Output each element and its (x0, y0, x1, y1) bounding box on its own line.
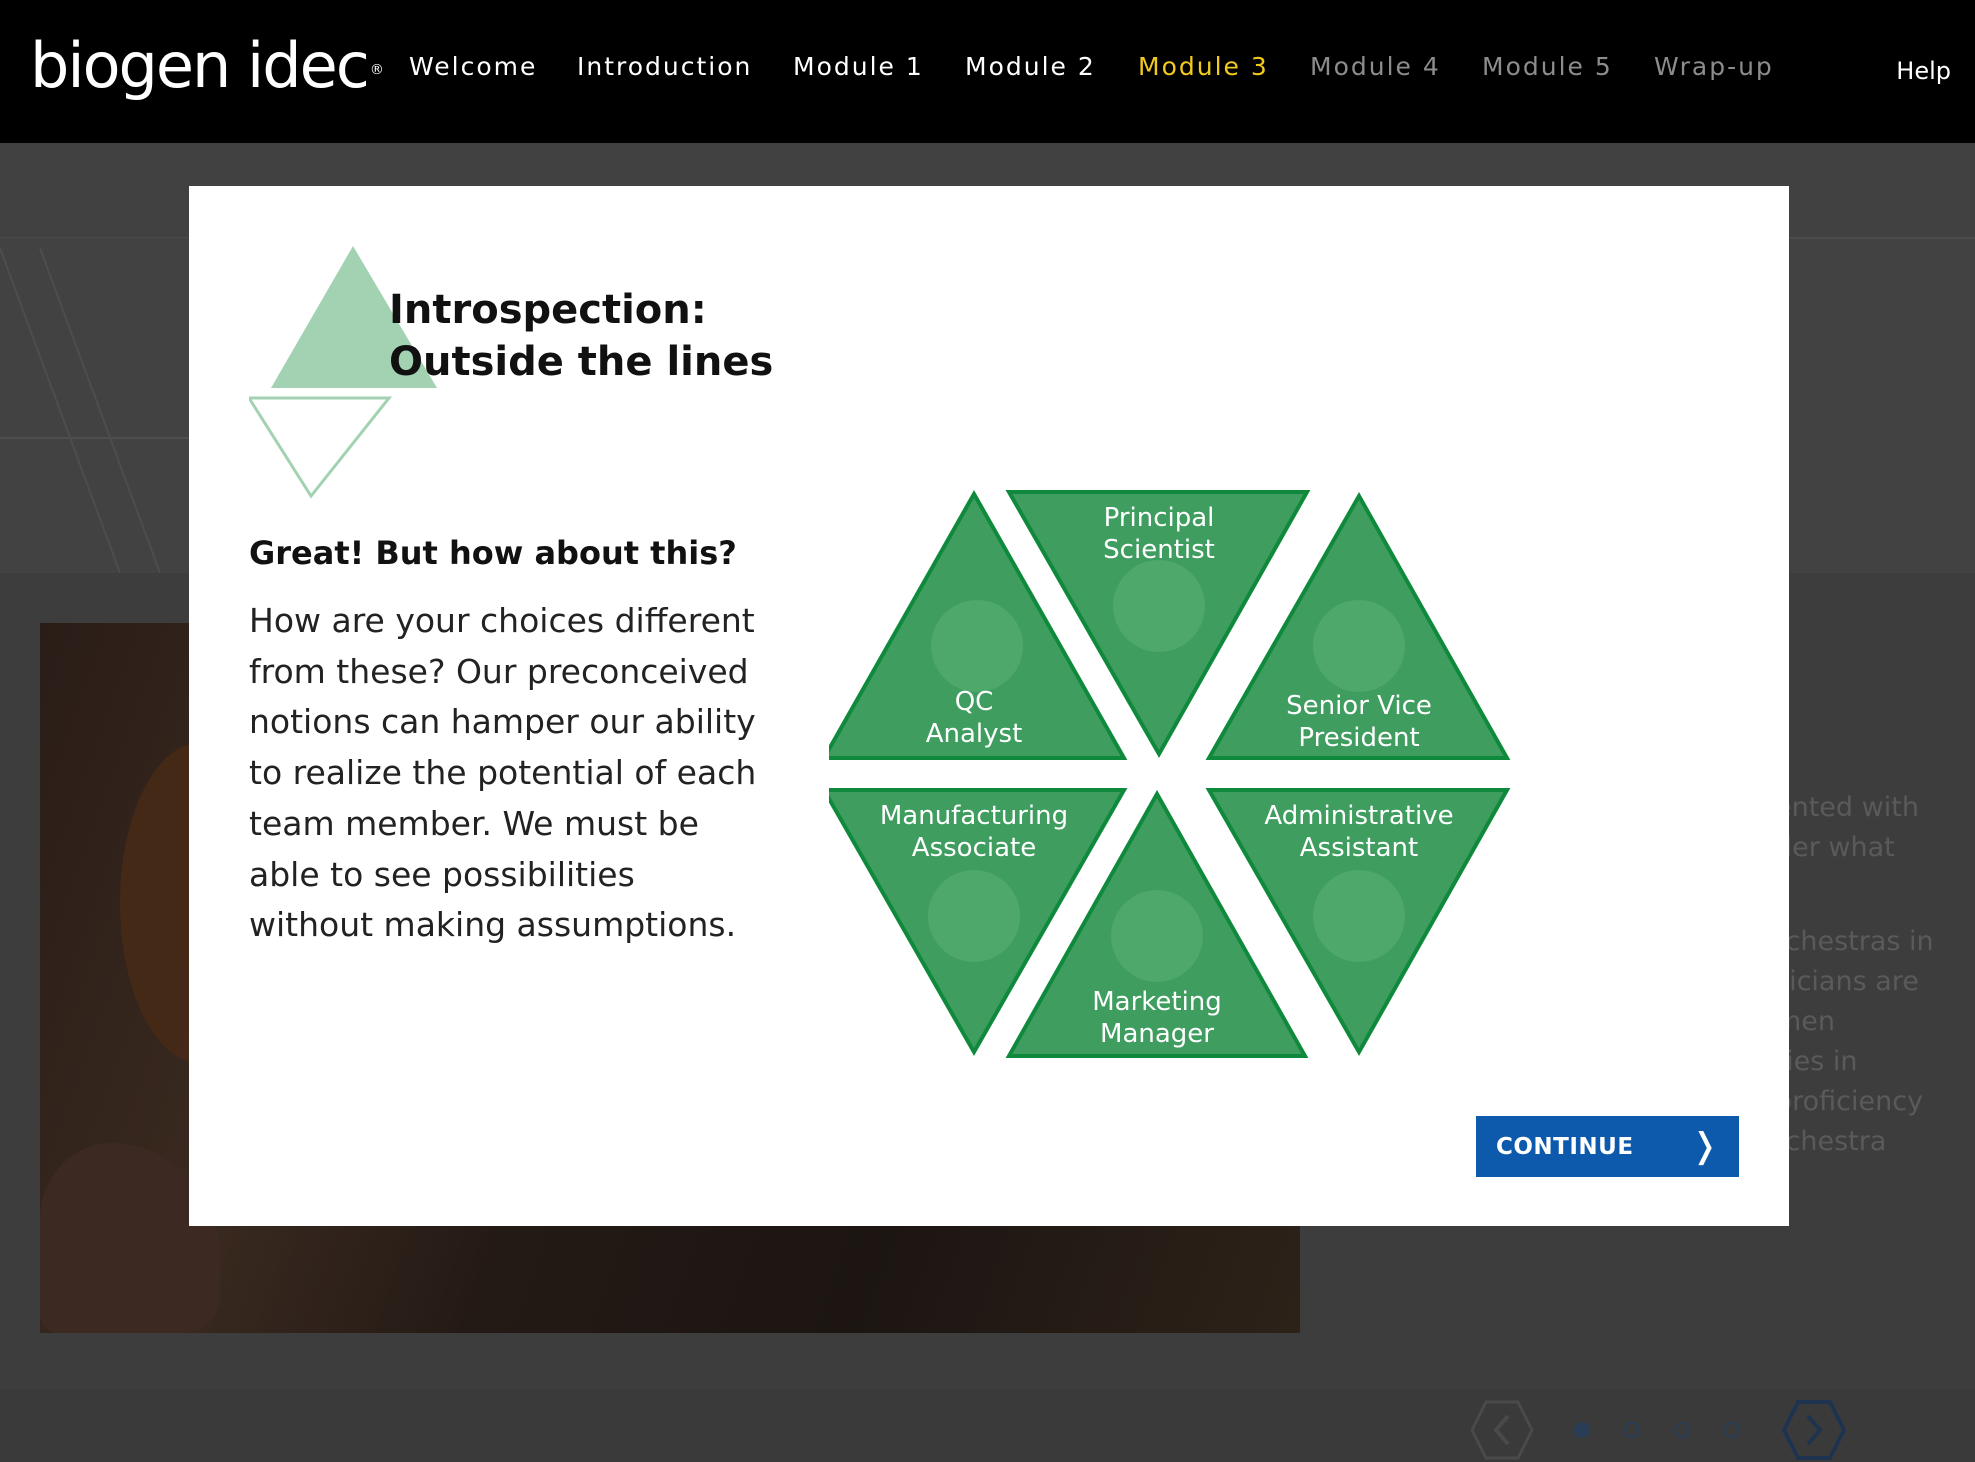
continue-button[interactable]: CONTINUE ❭ (1476, 1116, 1739, 1177)
nav-welcome[interactable]: Welcome (409, 52, 537, 81)
continue-label: CONTINUE (1496, 1134, 1634, 1160)
role-label: Analyst (926, 719, 1023, 749)
role-label: Marketing (1092, 987, 1222, 1017)
nav-wrap-up[interactable]: Wrap-up (1654, 52, 1774, 81)
role-label: QC (955, 687, 994, 717)
role-label: Manager (1100, 1019, 1214, 1049)
chevron-right-icon[interactable] (1782, 1398, 1846, 1462)
person-photo-icon (1111, 890, 1203, 982)
role-label: Administrative (1264, 801, 1453, 831)
modal-title-line: Outside the lines (389, 339, 774, 385)
pager-dot[interactable] (1724, 1422, 1740, 1438)
nav-module-5[interactable]: Module 5 (1482, 52, 1613, 81)
course-module-nav: Welcome Introduction Module 1 Module 2 M… (0, 0, 1975, 143)
pager-dot-active[interactable] (1574, 1422, 1590, 1438)
role-label: Scientist (1103, 535, 1215, 565)
nav-module-4[interactable]: Module 4 (1310, 52, 1441, 81)
modal-title: Introspection: Outside the lines (389, 284, 773, 388)
nav-module-1[interactable]: Module 1 (793, 52, 924, 81)
nav-module-3[interactable]: Module 3 (1138, 52, 1269, 81)
chevron-left-icon[interactable] (1470, 1398, 1534, 1462)
modal-body-text: How are your choices different from thes… (249, 601, 757, 945)
person-photo-icon (1113, 560, 1205, 652)
role-label: Principal (1104, 503, 1215, 533)
person-photo-icon (928, 870, 1020, 962)
modal-subheading: Great! But how about this? (249, 534, 737, 572)
role-label: Associate (912, 833, 1036, 863)
role-label: Assistant (1300, 833, 1418, 863)
nav-introduction[interactable]: Introduction (577, 52, 752, 81)
pager-dot[interactable] (1674, 1422, 1690, 1438)
top-navigation-bar: biogen idec ® Welcome Introduction Module… (0, 0, 1975, 143)
modal-title-line: Introspection: (389, 287, 707, 333)
role-label: Manufacturing (880, 801, 1068, 831)
chevron-right-icon: ❭ (1690, 1126, 1720, 1166)
role-triangles-hexagon: QC Analyst Principal Scientist Senior Vi… (829, 489, 1511, 1058)
person-photo-icon (931, 600, 1023, 692)
nav-module-2[interactable]: Module 2 (965, 52, 1096, 81)
role-label: President (1298, 723, 1419, 753)
introspection-modal: Introspection: Outside the lines Great! … (189, 186, 1789, 1226)
pager-dot[interactable] (1624, 1422, 1640, 1438)
role-label: Senior Vice (1286, 691, 1432, 721)
person-photo-icon (1313, 600, 1405, 692)
person-photo-icon (1313, 870, 1405, 962)
help-link[interactable]: Help (1896, 57, 1951, 85)
